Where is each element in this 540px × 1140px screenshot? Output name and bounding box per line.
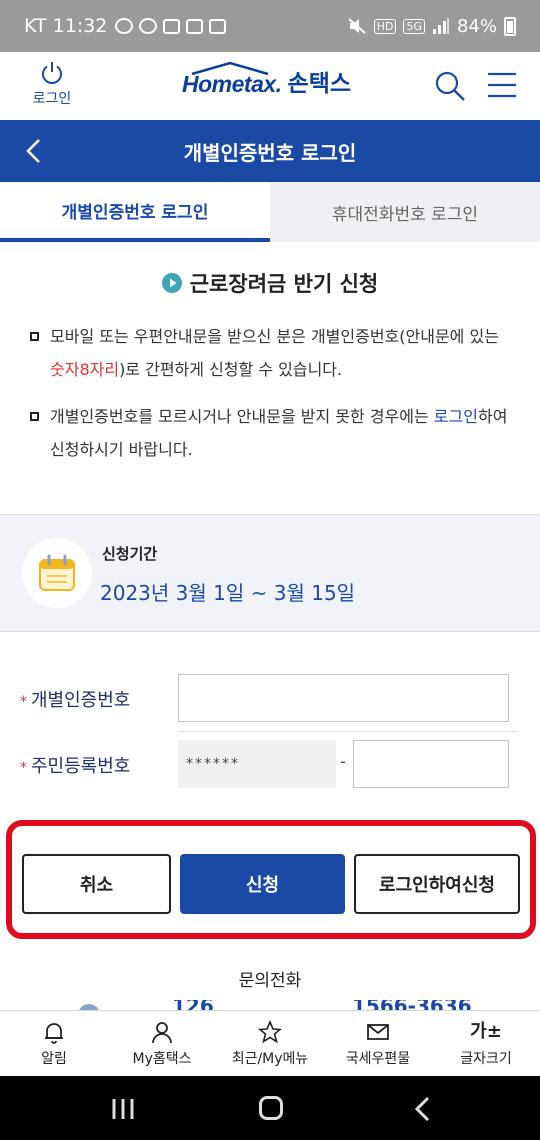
resident-number-label: 주민등록번호 [31, 756, 131, 777]
mail-icon [367, 1023, 389, 1040]
resident-number-front: ****** [178, 740, 336, 788]
system-back-icon[interactable] [412, 1096, 434, 1122]
back-arrow-icon[interactable] [22, 138, 46, 164]
mail-notify-icon [163, 18, 181, 34]
play-circle-icon [161, 273, 182, 293]
cancel-button[interactable]: 취소 [22, 854, 171, 914]
hometax-logo[interactable]: Hometax. 손택스 [182, 61, 352, 98]
app-header: 로그인 Hometax. 손택스 [0, 52, 540, 120]
search-icon[interactable] [434, 70, 466, 102]
notice-list: 모바일 또는 우편안내문을 받으신 분은 개별인증번호(안내문에 있는 숫자8자… [28, 320, 518, 480]
nav-alarm[interactable]: 알림 [0, 1011, 108, 1076]
calendar-icon [39, 554, 75, 591]
signal-icon [432, 18, 449, 34]
hd-badge: HD [373, 18, 397, 34]
resident-number-back-input[interactable] [353, 740, 509, 788]
required-mark: * [20, 694, 27, 710]
login-tabs: 개별인증번호 로그인 휴대전화번호 로그인 [0, 182, 540, 242]
login-button[interactable]: 로그인 [24, 60, 80, 108]
row-divider [178, 731, 518, 732]
cert-number-input[interactable] [178, 674, 509, 722]
apply-button[interactable]: 신청 [180, 854, 345, 914]
nav-tax-mail[interactable]: 국세우편물 [324, 1011, 432, 1076]
nav-my-hometax[interactable]: My홈택스 [108, 1011, 216, 1076]
square-bullet-icon [30, 332, 39, 341]
bell-icon [45, 1022, 63, 1044]
status-bar: KT 11:32 HD 5G 84% [0, 0, 540, 52]
recent-apps-icon[interactable] [110, 1098, 136, 1120]
logo-roof-icon [191, 61, 269, 75]
inquiry-label: 문의전화 [238, 971, 302, 991]
home-icon[interactable] [259, 1096, 283, 1120]
nav-text-size[interactable]: 가± 글자크기 [432, 1011, 540, 1076]
logo-son-text: 손택스 [287, 71, 352, 97]
instagram-icon [186, 18, 204, 34]
page-title: 개별인증번호 로그인 [183, 140, 357, 165]
hamburger-menu-icon[interactable] [487, 70, 517, 100]
mute-icon [348, 18, 366, 34]
period-label: 신청기간 [102, 545, 158, 563]
cert-number-label: 개별인증번호 [31, 690, 131, 711]
tab-cert-number-login[interactable]: 개별인증번호 로그인 [0, 182, 270, 242]
bottom-nav: 알림 My홈택스 최근/My메뉴 국세우편물 가± 글자크기 [0, 1010, 540, 1076]
application-period: 신청기간 2023년 3월 1일 ~ 3월 15일 [0, 514, 540, 632]
power-icon [42, 62, 62, 84]
talk-icon [115, 18, 134, 34]
tab-phone-login[interactable]: 휴대전화번호 로그인 [270, 182, 540, 242]
messenger-icon [139, 18, 158, 34]
text-size-icon: 가± [470, 1020, 502, 1042]
notice-item: 개별인증번호를 모르시거나 안내문을 받지 못한 경우에는 로그인하여 신청하시… [28, 400, 518, 466]
login-and-apply-button[interactable]: 로그인하여신청 [354, 854, 520, 914]
period-value: 2023년 3월 1일 ~ 3월 15일 [100, 581, 356, 605]
login-link[interactable]: 로그인 [434, 407, 478, 426]
square-bullet-icon [30, 412, 39, 421]
section-heading-text: 근로장려금 반기 신청 [189, 272, 379, 296]
title-bar: 개별인증번호 로그인 [0, 120, 540, 182]
star-icon [258, 1019, 282, 1043]
notice-item: 모바일 또는 우편안내문을 받으신 분은 개별인증번호(안내문에 있는 숫자8자… [28, 320, 518, 386]
battery-percent: 84% [456, 15, 497, 37]
nav-recent-my-menu[interactable]: 최근/My메뉴 [216, 1011, 324, 1076]
gallery-icon [209, 18, 227, 34]
highlight-8-digits: 숫자8자리 [50, 360, 120, 379]
battery-icon [504, 16, 516, 36]
resident-number-dash: - [340, 752, 346, 771]
carrier-time: KT 11:32 [24, 15, 108, 37]
section-heading: 근로장려금 반기 신청 [0, 268, 540, 298]
login-label: 로그인 [32, 91, 72, 107]
person-icon [152, 1021, 172, 1043]
system-nav-bar [0, 1076, 540, 1140]
network-5g-icon: 5G [403, 18, 425, 34]
required-mark: * [20, 760, 27, 776]
